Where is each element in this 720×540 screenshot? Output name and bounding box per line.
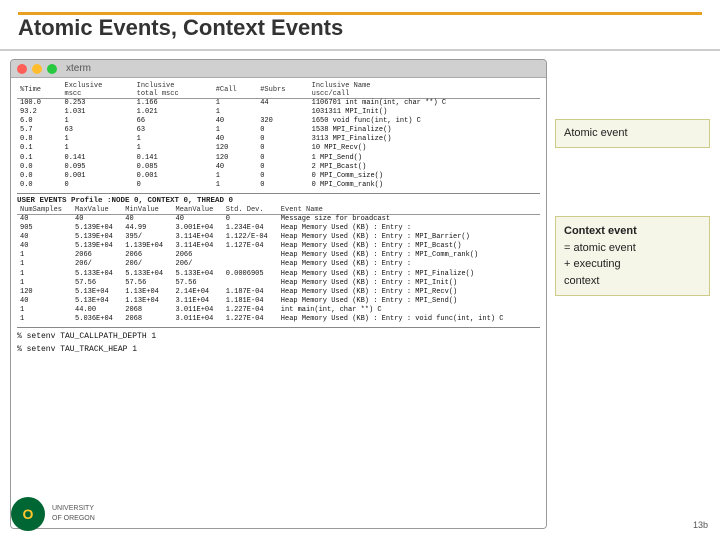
table1: %Time Exclusivemscc Inclusivetotal mscc … bbox=[17, 82, 540, 190]
command-line: % setenv TAU_CALLPATH_DEPTH 1 bbox=[17, 331, 540, 344]
col-numsamples: NumSamples bbox=[17, 206, 72, 215]
table-row: 0.00.0010.001100 MPI_Comm_size() bbox=[17, 172, 540, 181]
ou-logo-text: UNIVERSITY OF OREGON bbox=[52, 504, 95, 524]
table-row: 15.036E+0420683.011E+041.227E-04Heap Mem… bbox=[17, 315, 540, 324]
table-row: 0.8114003113 MPI_Finalize() bbox=[17, 135, 540, 144]
table-row: 15.133E+045.133E+045.133E+040.0006905Hea… bbox=[17, 270, 540, 279]
context-line: = atomic event bbox=[564, 240, 701, 257]
table-row: 9055.139E+0444.993.001E+041.234E-04Heap … bbox=[17, 224, 540, 233]
table-row: 5.76363101538 MPI_Finalize() bbox=[17, 126, 540, 135]
ou-logo: O bbox=[10, 496, 46, 532]
table-row: 157.5657.5657.56Heap Memory Used (KB) : … bbox=[17, 279, 540, 288]
table-row: 405.13E+041.13E+043.11E+041.181E-04Heap … bbox=[17, 297, 540, 306]
table-row: 0.00.0950.0854002 MPI_Bcast() bbox=[17, 163, 540, 172]
context-line: Context event bbox=[564, 223, 701, 240]
col-maxvalue: MaxValue bbox=[72, 206, 122, 215]
table-row: 100.00.2531.1661441106701 int main(int, … bbox=[17, 99, 540, 109]
col-meanvalue: MeanValue bbox=[173, 206, 223, 215]
table-row: 404040400Message size for broadcast bbox=[17, 214, 540, 224]
atomic-event-label: Atomic event bbox=[564, 127, 628, 139]
col-inclusive: Inclusivetotal mscc bbox=[134, 82, 213, 99]
col-minvalue: MinValue bbox=[122, 206, 172, 215]
table-row: 0.10.1410.14112001 MPI_Send() bbox=[17, 154, 540, 163]
table-row: 405.139E+041.139E+043.114E+041.127E-04He… bbox=[17, 242, 540, 251]
context-line: + executing bbox=[564, 256, 701, 273]
traffic-light-red[interactable] bbox=[17, 64, 27, 74]
context-event-lines: Context event= atomic event+ executingco… bbox=[564, 223, 701, 289]
col-call: #Call bbox=[213, 82, 258, 99]
context-line: context bbox=[564, 273, 701, 290]
table-row: 1206620662066Heap Memory Used (KB) : Ent… bbox=[17, 251, 540, 260]
main-content: xterm %Time Exclusivemscc Inclusivetotal… bbox=[0, 51, 720, 537]
traffic-light-yellow[interactable] bbox=[32, 64, 42, 74]
section2-header: USER EVENTS Profile :NODE 0, CONTEXT 0, … bbox=[17, 197, 540, 205]
table-row: 405.139E+04395/3.114E+041.122/E-04Heap M… bbox=[17, 233, 540, 242]
traffic-light-green[interactable] bbox=[47, 64, 57, 74]
col-subrs: #Subrs bbox=[257, 82, 308, 99]
page-number: 13b bbox=[693, 520, 708, 530]
terminal-window: xterm %Time Exclusivemscc Inclusivetotal… bbox=[10, 59, 547, 529]
atomic-event-callout: Atomic event bbox=[555, 119, 710, 148]
terminal-body: %Time Exclusivemscc Inclusivetotal mscc … bbox=[11, 78, 546, 528]
command-line: % setenv TAU_TRACK_HEAP 1 bbox=[17, 344, 540, 357]
col-time: %Time bbox=[17, 82, 62, 99]
table-row: 0.111120010 MPI_Recv() bbox=[17, 144, 540, 153]
col-stddev: Std. Dev. bbox=[223, 206, 278, 215]
table-row: 144.0020683.011E+041.227E-04int main(int… bbox=[17, 306, 540, 315]
table2: NumSamples MaxValue MinValue MeanValue S… bbox=[17, 206, 540, 324]
table-row: 0.000100 MPI_Comm_rank() bbox=[17, 181, 540, 190]
table-row: 1206/206/206/Heap Memory Used (KB) : Ent… bbox=[17, 260, 540, 269]
svg-text:O: O bbox=[23, 506, 34, 522]
terminal-titlebar: xterm bbox=[11, 60, 546, 78]
col-eventname: Event Name bbox=[278, 206, 540, 215]
context-event-callout: Context event= atomic event+ executingco… bbox=[555, 216, 710, 296]
page-header: Atomic Events, Context Events bbox=[0, 0, 720, 51]
table-row: 93.21.0311.02111031311 MPI_Init() bbox=[17, 108, 540, 117]
bottom-bar: O UNIVERSITY OF OREGON bbox=[10, 496, 95, 532]
table-row: 1205.13E+041.13E+042.14E+041.187E-04Heap… bbox=[17, 288, 540, 297]
commands-section: % setenv TAU_CALLPATH_DEPTH 1% setenv TA… bbox=[17, 331, 540, 357]
callout-container: Atomic event Context event= atomic event… bbox=[555, 59, 710, 529]
table-row: 6.0166403201650 void func(int, int) C bbox=[17, 117, 540, 126]
col-exclusive: Exclusivemscc bbox=[62, 82, 134, 99]
col-name: Inclusive Nameuscc/call bbox=[309, 82, 540, 99]
page-title: Atomic Events, Context Events bbox=[18, 15, 343, 40]
terminal-title: xterm bbox=[66, 63, 91, 74]
